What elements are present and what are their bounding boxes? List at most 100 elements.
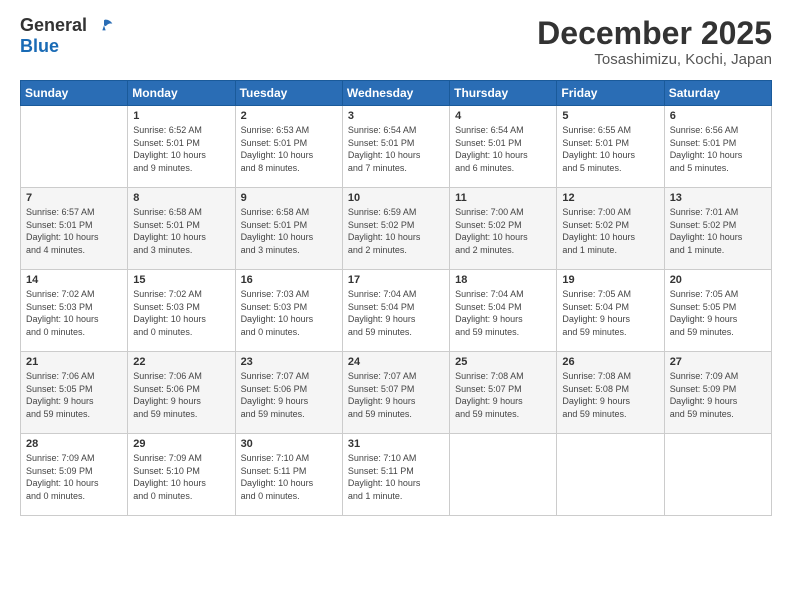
day-info: Sunrise: 7:07 AM Sunset: 5:07 PM Dayligh… [348,370,444,420]
day-number: 13 [670,192,766,204]
day-info: Sunrise: 7:05 AM Sunset: 5:04 PM Dayligh… [562,288,658,338]
calendar-cell: 8 Sunrise: 6:58 AM Sunset: 5:01 PM Daylig… [128,188,235,270]
day-number: 8 [133,192,229,204]
calendar-cell: 18 Sunrise: 7:04 AM Sunset: 5:04 PM Dayli… [450,270,557,352]
day-info: Sunrise: 7:06 AM Sunset: 5:06 PM Dayligh… [133,370,229,420]
day-number: 3 [348,110,444,122]
day-info: Sunrise: 7:06 AM Sunset: 5:05 PM Dayligh… [26,370,122,420]
week-row-4: 21Sunrise: 7:06 AM Sunset: 5:05 PM Dayli… [21,352,772,434]
day-info: Sunrise: 7:04 AM Sunset: 5:04 PM Dayligh… [348,288,444,338]
calendar-cell: 6 Sunrise: 6:56 AM Sunset: 5:01 PM Daylig… [664,106,771,188]
day-number: 19 [562,274,658,286]
week-row-3: 14Sunrise: 7:02 AM Sunset: 5:03 PM Dayli… [21,270,772,352]
day-header-sunday: Sunday [21,81,128,106]
day-number: 12 [562,192,658,204]
day-info: Sunrise: 6:56 AM Sunset: 5:01 PM Dayligh… [670,124,766,174]
day-header-saturday: Saturday [664,81,771,106]
calendar-cell: 19 Sunrise: 7:05 AM Sunset: 5:04 PM Dayli… [557,270,664,352]
day-number: 16 [241,274,337,286]
calendar-cell [450,434,557,516]
day-number: 1 [133,110,229,122]
calendar-cell: 1 Sunrise: 6:52 AM Sunset: 5:01 PM Daylig… [128,106,235,188]
location: Tosashimizu, Kochi, Japan [537,51,772,68]
logo-bird-icon [94,17,114,37]
calendar-table: SundayMondayTuesdayWednesdayThursdayFrid… [20,80,772,516]
day-number: 5 [562,110,658,122]
header-row: SundayMondayTuesdayWednesdayThursdayFrid… [21,81,772,106]
calendar-cell: 2Sunrise: 6:53 AM Sunset: 5:01 PM Daylig… [235,106,342,188]
calendar-cell: 23 Sunrise: 7:07 AM Sunset: 5:06 PM Dayli… [235,352,342,434]
day-number: 23 [241,356,337,368]
week-row-1: 1 Sunrise: 6:52 AM Sunset: 5:01 PM Daylig… [21,106,772,188]
calendar-cell: 12 Sunrise: 7:00 AM Sunset: 5:02 PM Dayli… [557,188,664,270]
day-info: Sunrise: 6:54 AM Sunset: 5:01 PM Dayligh… [455,124,551,174]
day-info: Sunrise: 6:57 AM Sunset: 5:01 PM Dayligh… [26,206,122,256]
week-row-5: 28 Sunrise: 7:09 AM Sunset: 5:09 PM Dayli… [21,434,772,516]
calendar-cell: 9Sunrise: 6:58 AM Sunset: 5:01 PM Daylig… [235,188,342,270]
calendar-cell: 7Sunrise: 6:57 AM Sunset: 5:01 PM Daylig… [21,188,128,270]
calendar-cell: 15Sunrise: 7:02 AM Sunset: 5:03 PM Dayli… [128,270,235,352]
day-number: 6 [670,110,766,122]
calendar-cell: 14Sunrise: 7:02 AM Sunset: 5:03 PM Dayli… [21,270,128,352]
calendar-cell: 13 Sunrise: 7:01 AM Sunset: 5:02 PM Dayli… [664,188,771,270]
page-container: General Blue December 2025 Tosashimizu, … [0,0,792,526]
logo-blue: Blue [20,36,59,56]
day-info: Sunrise: 7:05 AM Sunset: 5:05 PM Dayligh… [670,288,766,338]
day-number: 11 [455,192,551,204]
day-number: 22 [133,356,229,368]
logo-text: General [20,16,114,37]
calendar-cell: 17 Sunrise: 7:04 AM Sunset: 5:04 PM Dayli… [342,270,449,352]
calendar-cell: 4Sunrise: 6:54 AM Sunset: 5:01 PM Daylig… [450,106,557,188]
logo-general: General [20,15,87,35]
month-title: December 2025 [537,16,772,51]
day-number: 18 [455,274,551,286]
day-header-monday: Monday [128,81,235,106]
week-row-2: 7Sunrise: 6:57 AM Sunset: 5:01 PM Daylig… [21,188,772,270]
calendar-cell [21,106,128,188]
day-number: 27 [670,356,766,368]
logo: General Blue [20,16,114,57]
calendar-cell [557,434,664,516]
day-number: 29 [133,438,229,450]
calendar-cell: 21Sunrise: 7:06 AM Sunset: 5:05 PM Dayli… [21,352,128,434]
day-info: Sunrise: 7:08 AM Sunset: 5:07 PM Dayligh… [455,370,551,420]
day-info: Sunrise: 6:52 AM Sunset: 5:01 PM Dayligh… [133,124,229,174]
day-info: Sunrise: 7:03 AM Sunset: 5:03 PM Dayligh… [241,288,337,338]
day-number: 15 [133,274,229,286]
calendar-cell: 28 Sunrise: 7:09 AM Sunset: 5:09 PM Dayli… [21,434,128,516]
day-info: Sunrise: 7:08 AM Sunset: 5:08 PM Dayligh… [562,370,658,420]
calendar-cell: 22 Sunrise: 7:06 AM Sunset: 5:06 PM Dayli… [128,352,235,434]
calendar-cell: 16 Sunrise: 7:03 AM Sunset: 5:03 PM Dayli… [235,270,342,352]
day-info: Sunrise: 7:02 AM Sunset: 5:03 PM Dayligh… [26,288,122,338]
calendar-cell [664,434,771,516]
calendar-cell: 31 Sunrise: 7:10 AM Sunset: 5:11 PM Dayli… [342,434,449,516]
day-header-tuesday: Tuesday [235,81,342,106]
day-info: Sunrise: 7:07 AM Sunset: 5:06 PM Dayligh… [241,370,337,420]
day-info: Sunrise: 7:01 AM Sunset: 5:02 PM Dayligh… [670,206,766,256]
calendar-cell: 11 Sunrise: 7:00 AM Sunset: 5:02 PM Dayli… [450,188,557,270]
calendar-cell: 10Sunrise: 6:59 AM Sunset: 5:02 PM Dayli… [342,188,449,270]
day-info: Sunrise: 7:00 AM Sunset: 5:02 PM Dayligh… [455,206,551,256]
calendar-cell: 30Sunrise: 7:10 AM Sunset: 5:11 PM Dayli… [235,434,342,516]
day-number: 17 [348,274,444,286]
calendar-cell: 29Sunrise: 7:09 AM Sunset: 5:10 PM Dayli… [128,434,235,516]
day-info: Sunrise: 6:55 AM Sunset: 5:01 PM Dayligh… [562,124,658,174]
day-number: 31 [348,438,444,450]
day-number: 20 [670,274,766,286]
day-info: Sunrise: 6:58 AM Sunset: 5:01 PM Dayligh… [133,206,229,256]
day-info: Sunrise: 7:00 AM Sunset: 5:02 PM Dayligh… [562,206,658,256]
day-info: Sunrise: 7:10 AM Sunset: 5:11 PM Dayligh… [348,452,444,502]
day-number: 28 [26,438,122,450]
calendar-cell: 24Sunrise: 7:07 AM Sunset: 5:07 PM Dayli… [342,352,449,434]
day-number: 26 [562,356,658,368]
title-block: December 2025 Tosashimizu, Kochi, Japan [537,16,772,68]
day-info: Sunrise: 6:53 AM Sunset: 5:01 PM Dayligh… [241,124,337,174]
day-header-thursday: Thursday [450,81,557,106]
day-info: Sunrise: 7:10 AM Sunset: 5:11 PM Dayligh… [241,452,337,502]
calendar-cell: 3 Sunrise: 6:54 AM Sunset: 5:01 PM Daylig… [342,106,449,188]
calendar-cell: 20 Sunrise: 7:05 AM Sunset: 5:05 PM Dayli… [664,270,771,352]
day-info: Sunrise: 7:09 AM Sunset: 5:09 PM Dayligh… [26,452,122,502]
day-info: Sunrise: 7:04 AM Sunset: 5:04 PM Dayligh… [455,288,551,338]
day-info: Sunrise: 6:54 AM Sunset: 5:01 PM Dayligh… [348,124,444,174]
day-number: 25 [455,356,551,368]
